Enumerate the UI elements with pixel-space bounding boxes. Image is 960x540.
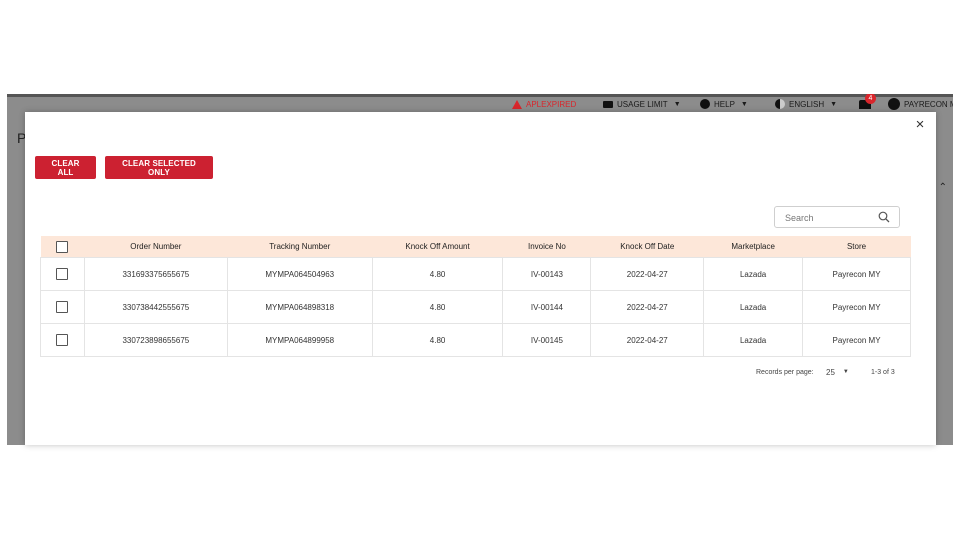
header-notifications[interactable]: 4 [859,94,876,113]
knock-off-table: Order Number Tracking Number Knock Off A… [40,236,911,357]
invoice-no-cell: IV-00144 [502,290,592,324]
knock-off-date-cell: 2022-04-27 [590,323,705,357]
table-row[interactable]: 331693375655675 MYMPA064504963 4.80 IV-0… [40,257,911,291]
knock-off-amount-cell: 4.80 [372,290,504,324]
row-select-cell [40,290,85,324]
clear-all-button[interactable]: CLEAR ALL [35,156,96,179]
help-icon [700,99,710,109]
warning-icon [512,99,522,109]
chevron-down-icon: ▼ [673,100,681,108]
column-header[interactable]: Knock Off Date [591,236,704,258]
row-checkbox[interactable] [56,301,69,313]
user-avatar-icon [888,98,900,110]
records-per-page-value: 25 [826,367,835,377]
records-per-page-label: Records per page: [756,369,814,376]
search-box[interactable] [774,206,900,228]
knock-off-date-cell: 2022-04-27 [590,257,705,291]
clear-selected-button[interactable]: CLEAR SELECTED ONLY [105,156,213,179]
notification-badge: 4 [865,94,876,104]
header-usage-label: USAGE LIMIT [617,99,668,109]
close-icon[interactable]: × [912,117,928,133]
header-language[interactable]: ENGLISH ▼ [775,95,837,113]
header-user-label: PAYRECON M [904,99,953,109]
card-icon [603,100,613,108]
order-number-cell: 331693375655675 [84,257,228,291]
row-select-cell [40,323,85,357]
bell-icon: 4 [859,94,876,109]
column-header[interactable]: Knock Off Amount [372,236,503,258]
header-usage-limit[interactable]: USAGE LIMIT ▼ [603,95,681,113]
header-language-label: ENGLISH [789,99,825,109]
row-checkbox[interactable] [56,268,69,280]
header-alert-label: APLEXPIRED [526,99,577,109]
header-help[interactable]: HELP ▼ [700,95,748,113]
invoice-no-cell: IV-00145 [502,323,592,357]
tracking-number-cell: MYMPA064898318 [227,290,373,324]
header-alert[interactable]: APLEXPIRED [512,95,576,113]
select-all-checkbox[interactable] [56,240,69,253]
tracking-number-cell: MYMPA064899958 [227,323,373,357]
store-cell: Payrecon MY [802,290,911,324]
header-user[interactable]: PAYRECON M [888,95,953,113]
column-header[interactable]: Store [803,236,911,258]
row-checkbox[interactable] [56,334,69,346]
table-row[interactable]: 330723898655675 MYMPA064899958 4.80 IV-0… [40,323,911,357]
knock-off-modal: × CLEAR ALL CLEAR SELECTED ONLY Order Nu… [25,112,936,445]
column-header[interactable]: Tracking Number [227,236,372,258]
search-icon[interactable] [878,211,890,223]
order-number-cell: 330738442555675 [84,290,228,324]
dropdown-arrow-icon: ▼ [842,369,849,375]
pagination-range: 1-3 of 3 [871,369,895,376]
header-help-label: HELP [714,99,735,109]
column-header[interactable]: Order Number [84,236,227,258]
marketplace-cell: Lazada [703,290,804,324]
marketplace-cell: Lazada [703,323,804,357]
order-number-cell: 330723898655675 [84,323,228,357]
tracking-number-cell: MYMPA064504963 [227,257,373,291]
table-header-row: Order Number Tracking Number Knock Off A… [40,236,911,258]
records-per-page-select[interactable]: 25 ▼ [826,364,861,380]
select-all-cell [41,236,85,258]
knock-off-amount-cell: 4.80 [372,323,504,357]
column-header[interactable]: Marketplace [704,236,803,258]
chevron-up-icon: ⌃ [938,182,947,193]
search-input[interactable] [783,210,877,226]
marketplace-cell: Lazada [703,257,804,291]
knock-off-date-cell: 2022-04-27 [590,290,705,324]
chevron-down-icon: ▼ [740,100,748,108]
language-icon [775,99,785,109]
knock-off-amount-cell: 4.80 [372,257,504,291]
column-header[interactable]: Invoice No [503,236,591,258]
chevron-down-icon: ▼ [830,100,838,108]
store-cell: Payrecon MY [802,323,911,357]
table-row[interactable]: 330738442555675 MYMPA064898318 4.80 IV-0… [40,290,911,324]
row-select-cell [40,257,85,291]
invoice-no-cell: IV-00143 [502,257,592,291]
store-cell: Payrecon MY [802,257,911,291]
